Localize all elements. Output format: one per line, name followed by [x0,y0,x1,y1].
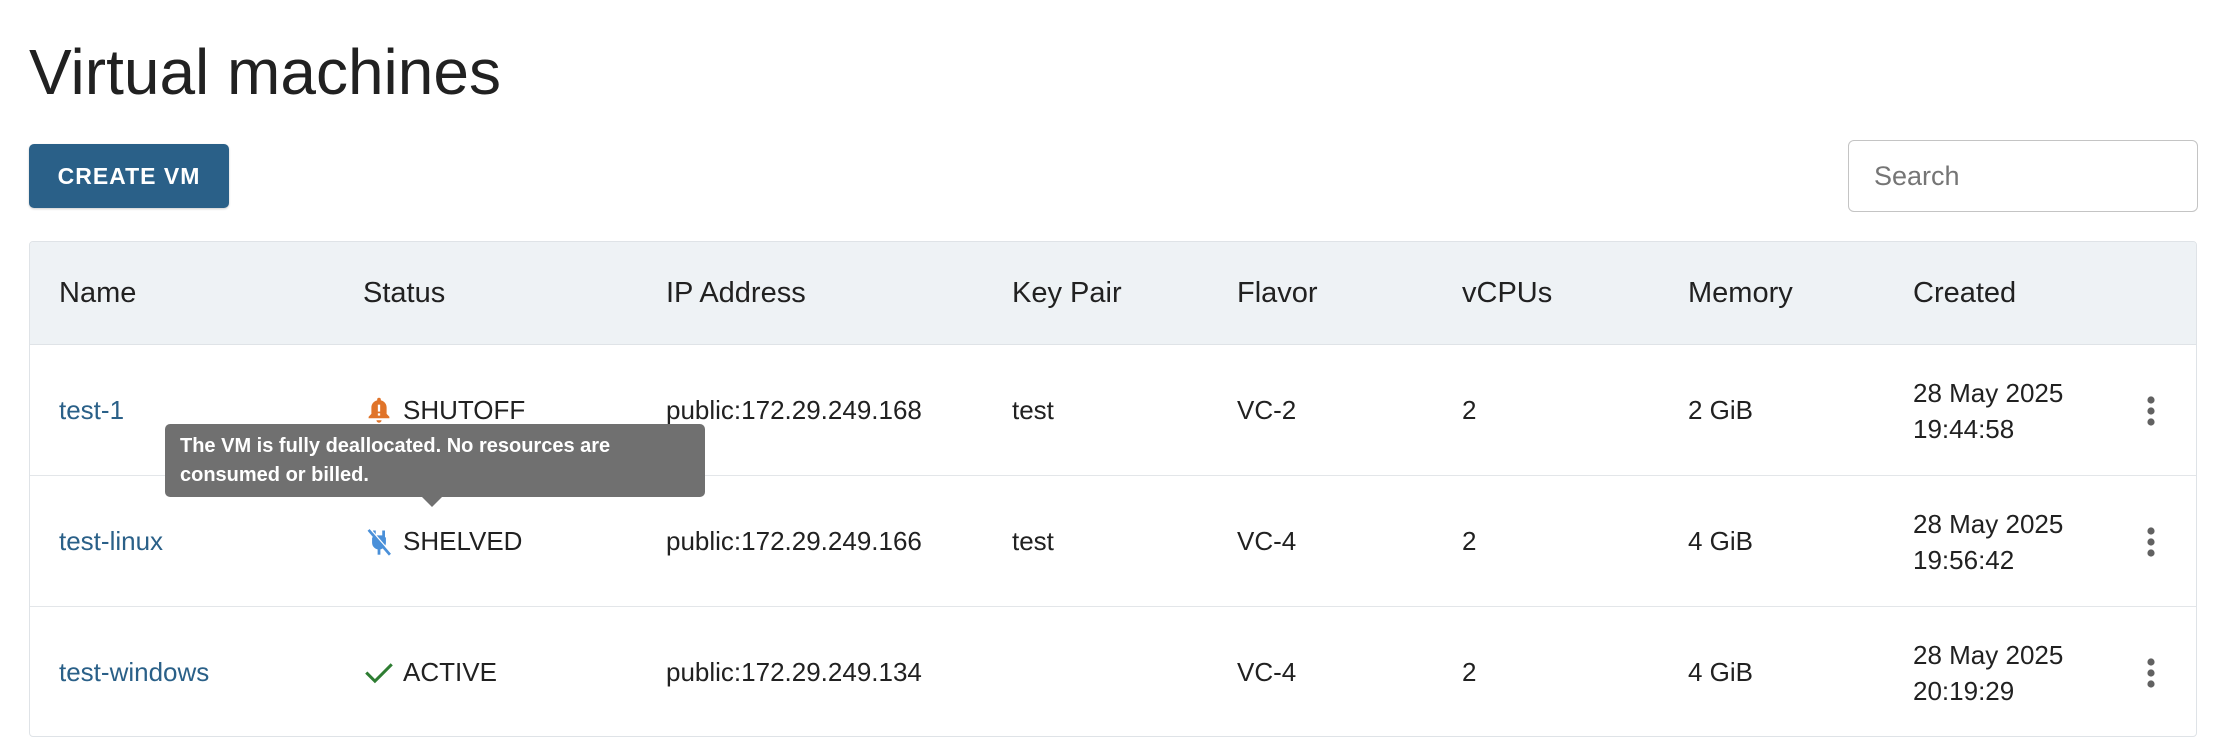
create-vm-button[interactable]: CREATE VM [29,144,229,208]
column-header-keypair[interactable]: Key Pair [1012,242,1122,345]
created-cell: 28 May 2025 19:56:42 [1913,476,2063,607]
more-vertical-icon [2147,657,2155,688]
created-cell: 28 May 2025 20:19:29 [1913,607,2064,736]
column-header-vcpus[interactable]: vCPUs [1462,242,1552,345]
vm-name-link[interactable]: test-1 [59,395,124,426]
page-title: Virtual machines [29,36,501,108]
flavor: VC-4 [1237,526,1297,556]
created-time: 19:44:58 [1913,413,2015,444]
key-pair: test [1012,526,1054,556]
row-actions-button[interactable] [2131,607,2171,736]
vm-name-link[interactable]: test-windows [59,657,209,688]
column-header-name[interactable]: Name [59,242,136,345]
vm-name-link[interactable]: test-linux [59,526,163,557]
tooltip-arrow [422,497,442,507]
status-text: SHUTOFF [403,395,526,425]
created-date: 28 May 2025 [1913,508,2064,539]
column-header-created[interactable]: Created [1913,242,2016,345]
created-date: 28 May 2025 [1913,377,2064,408]
status-cell: ACTIVE [363,607,497,736]
vcpus: 2 [1462,657,1477,687]
column-header-ip[interactable]: IP Address [666,242,806,345]
search-input[interactable] [1848,140,2198,212]
status-text: SHELVED [403,526,523,556]
vcpus: 2 [1462,526,1477,556]
alert-bell-icon [363,395,395,427]
flavor: VC-4 [1237,657,1297,687]
power-off-icon [363,526,395,558]
tooltip-line: consumed or billed. [180,464,369,486]
ip-address: public:172.29.249.166 [666,526,922,556]
table-header: Name Status IP Address Key Pair Flavor v… [30,242,2196,345]
column-header-memory[interactable]: Memory [1688,242,1793,345]
more-vertical-icon [2147,526,2155,557]
flavor: VC-2 [1237,395,1297,425]
column-header-status[interactable]: Status [363,242,445,345]
row-actions-button[interactable] [2131,476,2171,607]
key-pair: test [1012,395,1054,425]
table-row: test-windows ACTIVE public:172.29.249.13… [30,607,2196,736]
tooltip-line: The VM is fully deallocated. No resource… [180,435,611,457]
created-date: 28 May 2025 [1913,639,2064,670]
memory: 4 GiB [1688,526,1754,556]
created-time: 19:56:42 [1913,544,2015,575]
memory: 4 GiB [1688,657,1754,687]
row-actions-button[interactable] [2131,345,2171,476]
ip-address: public:172.29.249.134 [666,657,922,687]
column-header-flavor[interactable]: Flavor [1237,242,1318,345]
memory: 2 GiB [1688,395,1754,425]
more-vertical-icon [2147,395,2155,426]
check-icon [363,657,395,689]
vcpus: 2 [1462,395,1477,425]
status-tooltip: The VM is fully deallocated. No resource… [165,424,705,497]
created-time: 20:19:29 [1913,675,2015,706]
status-text: ACTIVE [403,657,497,687]
created-cell: 28 May 2025 19:44:58 [1913,345,2063,476]
